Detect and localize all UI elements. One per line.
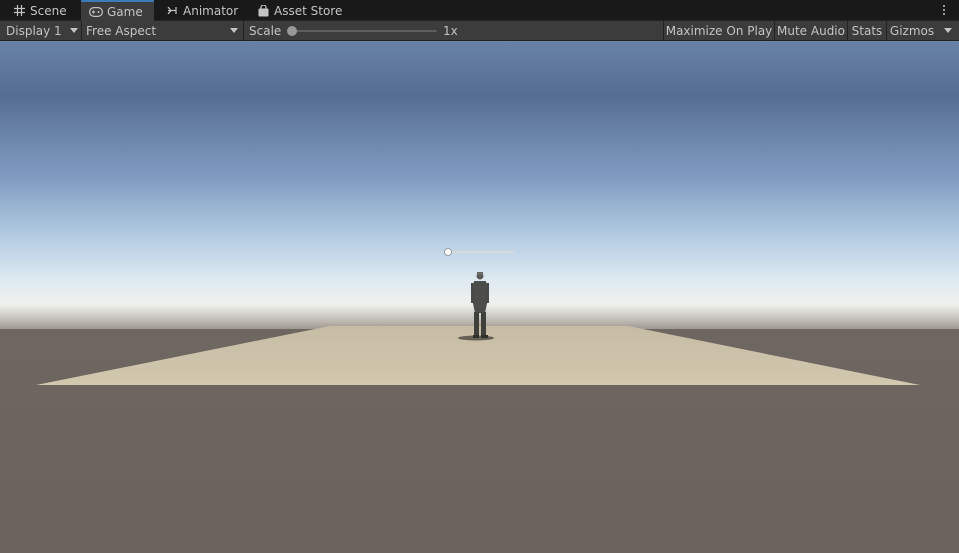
- grid-icon: [12, 4, 26, 18]
- kebab-menu-icon[interactable]: [937, 2, 951, 18]
- mute-audio-label: Mute Audio: [777, 23, 845, 38]
- scale-slider-thumb[interactable]: [287, 26, 297, 36]
- tab-animator[interactable]: Animator: [157, 0, 246, 21]
- aspect-dropdown[interactable]: Free Aspect: [82, 21, 243, 40]
- ui-slider-track: [448, 251, 514, 253]
- game-view-toolbar: Display 1 Free Aspect Scale 1x Maximize …: [0, 21, 959, 41]
- tab-scene-label: Scene: [30, 3, 67, 18]
- tab-asset-store-label: Asset Store: [274, 3, 343, 18]
- scale-value: 1x: [443, 23, 458, 38]
- tab-asset-store[interactable]: Asset Store: [248, 0, 350, 21]
- gamepad-icon: [89, 5, 103, 19]
- maximize-on-play-label: Maximize On Play: [665, 23, 773, 38]
- tab-game[interactable]: Game: [81, 0, 154, 22]
- tab-scene[interactable]: Scene: [4, 0, 75, 21]
- gizmos-label: Gizmos: [889, 23, 935, 38]
- animator-icon: [165, 4, 179, 18]
- scale-slider-track[interactable]: [292, 30, 437, 32]
- shopping-bag-icon: [256, 4, 270, 18]
- gizmos-dropdown[interactable]: [937, 21, 959, 40]
- stats-button[interactable]: Stats: [848, 21, 886, 40]
- maximize-on-play-button[interactable]: Maximize On Play: [664, 21, 774, 40]
- display-dropdown-label: Display 1: [6, 23, 62, 38]
- ui-slider-handle[interactable]: [444, 248, 452, 256]
- divider: [243, 21, 244, 40]
- game-render: [0, 41, 959, 553]
- editor-tab-bar: Scene Game Animator Asset Store: [0, 0, 959, 22]
- scale-label: Scale: [249, 23, 282, 38]
- gizmos-button[interactable]: Gizmos: [887, 21, 937, 40]
- game-viewport[interactable]: [0, 41, 959, 553]
- chevron-down-icon: [944, 28, 952, 33]
- stats-label: Stats: [851, 23, 883, 38]
- aspect-dropdown-label: Free Aspect: [86, 23, 157, 38]
- display-dropdown[interactable]: Display 1: [0, 21, 81, 40]
- chevron-down-icon: [230, 28, 238, 33]
- tab-game-label: Game: [107, 5, 143, 19]
- mute-audio-button[interactable]: Mute Audio: [775, 21, 847, 40]
- tab-animator-label: Animator: [183, 3, 239, 18]
- chevron-down-icon: [70, 28, 78, 33]
